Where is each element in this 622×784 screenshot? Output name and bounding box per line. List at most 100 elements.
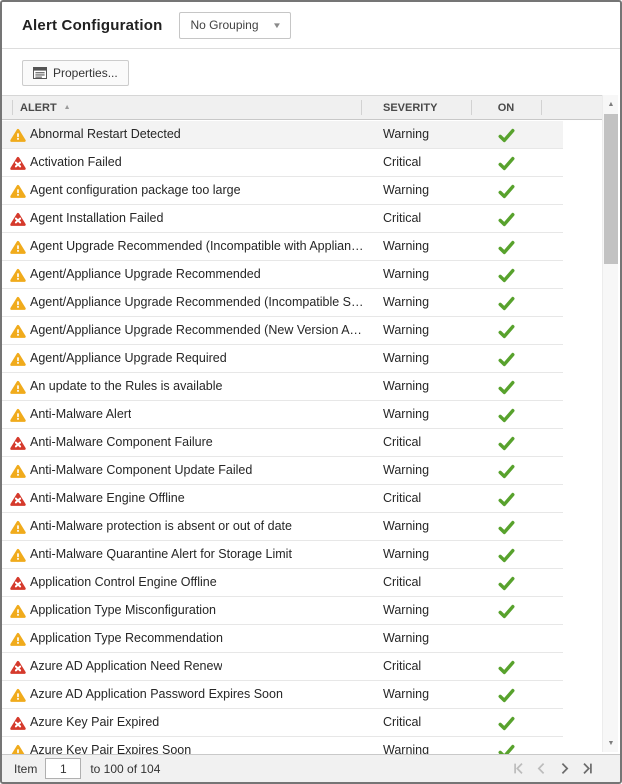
severity-label: Warning xyxy=(383,289,429,316)
toolbar: Properties... xyxy=(2,50,620,95)
on-check-icon xyxy=(498,464,515,479)
warning-icon xyxy=(10,408,26,428)
table-row[interactable]: Application Control Engine Offline Criti… xyxy=(2,569,563,597)
alert-label: Anti-Malware protection is absent or out… xyxy=(30,513,292,540)
scroll-down-icon[interactable]: ▼ xyxy=(603,735,619,751)
on-check-icon xyxy=(498,492,515,507)
table-row[interactable]: Anti-Malware Quarantine Alert for Storag… xyxy=(2,541,563,569)
table-row[interactable]: Agent Installation Failed Critical xyxy=(2,205,563,233)
critical-icon xyxy=(10,436,26,456)
severity-label: Warning xyxy=(383,121,429,148)
on-cell xyxy=(471,597,541,625)
table-row[interactable]: Anti-Malware protection is absent or out… xyxy=(2,513,563,541)
warning-icon xyxy=(10,352,26,372)
pager xyxy=(511,762,594,775)
table-row[interactable]: Agent/Appliance Upgrade Recommended (New… xyxy=(2,317,563,345)
item-number-input[interactable] xyxy=(45,758,81,779)
on-cell xyxy=(471,373,541,401)
item-range-text: to 100 of 104 xyxy=(90,762,160,776)
alert-label: An update to the Rules is available xyxy=(30,373,223,400)
critical-icon xyxy=(10,576,26,596)
warning-icon xyxy=(10,464,26,484)
scrollbar-thumb[interactable] xyxy=(604,114,618,264)
on-cell xyxy=(471,149,541,177)
table-row[interactable]: Agent/Appliance Upgrade Recommended Warn… xyxy=(2,261,563,289)
table-row[interactable]: Anti-Malware Alert Warning xyxy=(2,401,563,429)
on-cell xyxy=(471,625,541,653)
table-row[interactable]: Azure Key Pair Expired Critical xyxy=(2,709,563,737)
severity-label: Critical xyxy=(383,429,421,456)
table-row[interactable]: Agent configuration package too large Wa… xyxy=(2,177,563,205)
table-row[interactable]: Anti-Malware Engine Offline Critical xyxy=(2,485,563,513)
alert-table-body: Abnormal Restart Detected Warning xyxy=(2,121,563,756)
warning-icon xyxy=(10,548,26,568)
severity-label: Warning xyxy=(383,681,429,708)
table-row[interactable]: Abnormal Restart Detected Warning xyxy=(2,121,563,149)
table-row[interactable]: Application Type Misconfiguration Warnin… xyxy=(2,597,563,625)
table-row[interactable]: Anti-Malware Component Failure Critical xyxy=(2,429,563,457)
on-check-icon xyxy=(498,380,515,395)
alert-label: Agent configuration package too large xyxy=(30,177,241,204)
on-cell xyxy=(471,401,541,429)
on-check-icon xyxy=(498,660,515,675)
previous-page-icon[interactable] xyxy=(534,762,548,775)
on-check-icon xyxy=(498,156,515,171)
severity-label: Warning xyxy=(383,401,429,428)
on-cell xyxy=(471,681,541,709)
on-check-icon xyxy=(498,408,515,423)
alert-label: Anti-Malware Engine Offline xyxy=(30,485,185,512)
table-row[interactable]: Application Type Recommendation Warning xyxy=(2,625,563,653)
warning-icon xyxy=(10,604,26,624)
table-row[interactable]: Azure AD Application Password Expires So… xyxy=(2,681,563,709)
next-page-icon[interactable] xyxy=(557,762,571,775)
first-page-icon[interactable] xyxy=(511,762,525,775)
column-divider xyxy=(12,100,13,115)
severity-label: Warning xyxy=(383,261,429,288)
on-check-icon xyxy=(498,352,515,367)
severity-label: Warning xyxy=(383,597,429,624)
on-cell xyxy=(471,317,541,345)
pagination-footer: Item to 100 of 104 xyxy=(2,754,620,782)
severity-label: Critical xyxy=(383,485,421,512)
on-cell xyxy=(471,653,541,681)
on-check-icon xyxy=(498,688,515,703)
table-row[interactable]: An update to the Rules is available Warn… xyxy=(2,373,563,401)
properties-button[interactable]: Properties... xyxy=(22,60,129,86)
grouping-dropdown-value: No Grouping xyxy=(190,18,258,32)
warning-icon xyxy=(10,520,26,540)
grouping-dropdown[interactable]: No Grouping ▼ xyxy=(179,12,291,39)
vertical-scrollbar[interactable]: ▲ ▼ xyxy=(602,95,618,752)
critical-icon xyxy=(10,212,26,232)
on-check-icon xyxy=(498,128,515,143)
page-title: Alert Configuration xyxy=(22,17,162,34)
on-cell xyxy=(471,457,541,485)
on-check-icon xyxy=(498,324,515,339)
table-row[interactable]: Agent/Appliance Upgrade Required Warning xyxy=(2,345,563,373)
titlebar: Alert Configuration No Grouping ▼ xyxy=(2,2,620,49)
warning-icon xyxy=(10,184,26,204)
on-check-icon xyxy=(498,716,515,731)
table-row[interactable]: Azure AD Application Need Renew Critical xyxy=(2,653,563,681)
table-row[interactable]: Anti-Malware Component Update Failed War… xyxy=(2,457,563,485)
alert-label: Azure AD Application Need Renew xyxy=(30,653,222,680)
column-header-on[interactable]: ON xyxy=(471,96,541,119)
column-header-alert[interactable]: ALERT ▲ xyxy=(20,96,71,119)
last-page-icon[interactable] xyxy=(580,762,594,775)
alert-label: Anti-Malware Component Failure xyxy=(30,429,213,456)
on-cell xyxy=(471,121,541,149)
severity-label: Warning xyxy=(383,373,429,400)
on-cell xyxy=(471,205,541,233)
scroll-up-icon[interactable]: ▲ xyxy=(603,96,619,112)
severity-label: Warning xyxy=(383,177,429,204)
table-row[interactable]: Agent/Appliance Upgrade Recommended (Inc… xyxy=(2,289,563,317)
alert-label: Anti-Malware Alert xyxy=(30,401,131,428)
warning-icon xyxy=(10,380,26,400)
table-row[interactable]: Activation Failed Critical xyxy=(2,149,563,177)
on-cell xyxy=(471,289,541,317)
on-check-icon xyxy=(498,520,515,535)
table-row[interactable]: Agent Upgrade Recommended (Incompatible … xyxy=(2,233,563,261)
alert-label: Application Control Engine Offline xyxy=(30,569,217,596)
column-header-severity[interactable]: SEVERITY xyxy=(383,96,437,119)
on-cell xyxy=(471,345,541,373)
warning-icon xyxy=(10,296,26,316)
